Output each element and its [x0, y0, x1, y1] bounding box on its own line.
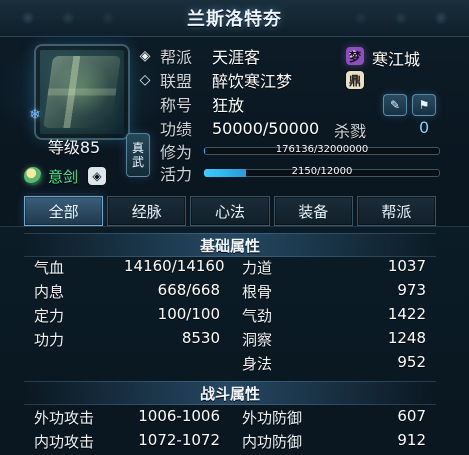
tab-meridians[interactable]: 经脉 — [107, 196, 187, 226]
battle-stat-line: 内功攻击 1072-1072 内功防御 912 — [34, 431, 434, 455]
tab-mental-arts[interactable]: 心法 — [190, 196, 270, 226]
sect-emblem-icon — [24, 167, 42, 185]
kill-value: 0 — [419, 118, 430, 137]
stat-value: 1006-1006 — [138, 407, 220, 425]
stats-panel: 基础属性 气血 14160/14160 力道 1037 内息 668/668 根… — [0, 226, 469, 451]
stat-value: 952 — [397, 353, 426, 371]
avatar-art — [42, 56, 122, 128]
snowflake-icon: ❄ — [29, 107, 41, 123]
stat-value: 607 — [397, 407, 426, 425]
basic-stat-line: 定力 100/100 气劲 1422 — [34, 305, 434, 329]
stat-label: 外功防御 — [242, 409, 303, 427]
stat-value: 1072-1072 — [138, 431, 220, 449]
alliance-label: 联盟 — [160, 72, 193, 91]
tab-all[interactable]: 全部 — [24, 196, 104, 226]
stat-label: 定力 — [34, 307, 65, 325]
merit-value: 50000/50000 — [212, 118, 320, 138]
alliance-row: ◇ 联盟 醉饮寒江梦 鼎 — [136, 68, 456, 92]
dream-badge-icon: 梦 — [346, 47, 364, 65]
stat-value: 100/100 — [157, 305, 220, 323]
stat-label: 功力 — [34, 331, 65, 349]
stat-label: 身法 — [242, 355, 273, 373]
cultivation-label: 修为 — [160, 143, 193, 162]
stat-value: 14160/14160 — [124, 257, 225, 275]
guild-value[interactable]: 天涯客 — [212, 44, 260, 68]
battle-stat-line: 外功攻击 1006-1006 外功防御 607 — [34, 407, 434, 431]
eye-icon[interactable]: ◈ — [88, 167, 107, 185]
window-title: 兰斯洛特夯 — [187, 9, 282, 30]
stat-label: 外功攻击 — [34, 409, 95, 427]
diamond-icon: ◈ — [139, 48, 151, 64]
title-bar: 兰斯洛特夯 — [0, 0, 469, 37]
sect-name: 意剑 — [48, 167, 79, 186]
energy-label: 活力 — [160, 165, 193, 184]
merit-row: 功绩 50000/50000 杀戮 0 — [136, 116, 456, 141]
stat-value: 1248 — [387, 329, 426, 347]
kill-label: 杀戮 — [334, 122, 367, 141]
basic-stat-line: 功力 8530 洞察 1248 — [34, 329, 434, 353]
avatar[interactable] — [34, 44, 130, 140]
title-value: 狂放 — [212, 96, 245, 115]
energy-row: 活力 2150/12000 — [136, 162, 456, 184]
stat-label: 内息 — [34, 283, 65, 301]
stat-label: 气劲 — [242, 307, 273, 325]
battle-stats-header: 战斗属性 — [24, 381, 436, 405]
cultivation-bar-text: 176136/32000000 — [275, 143, 369, 155]
tabs: 全部 经脉 心法 装备 帮派 — [24, 196, 437, 226]
stat-value: 1422 — [387, 305, 426, 323]
guild-row: ◈ 帮派 天涯客 梦 寒江城 — [136, 44, 456, 69]
basic-stat-line: 气血 14160/14160 力道 1037 — [34, 257, 434, 281]
basic-stats: 气血 14160/14160 力道 1037 内息 668/668 根骨 973… — [34, 257, 434, 377]
character-panel: 兰斯洛特夯 真武 ❄ 等级85 意剑 ◈ ◈ 帮派 天涯客 梦 寒江城 ◇ 联盟… — [0, 0, 469, 451]
battle-stats: 外功攻击 1006-1006 外功防御 607 内功攻击 1072-1072 内… — [34, 407, 434, 455]
blank-icon — [136, 95, 154, 113]
merit-label: 功绩 — [160, 120, 193, 139]
stat-value: 1037 — [387, 257, 426, 275]
stat-value: 8530 — [181, 329, 220, 347]
stat-label: 气血 — [34, 259, 65, 277]
cultivation-row: 修为 176136/32000000 — [136, 140, 456, 162]
basic-stat-line: 内息 668/668 根骨 973 — [34, 281, 434, 305]
tab-guild[interactable]: 帮派 — [356, 196, 437, 226]
blank-icon — [136, 119, 154, 137]
stat-value: 668/668 — [157, 281, 220, 299]
character-info: ◈ 帮派 天涯客 梦 寒江城 ◇ 联盟 醉饮寒江梦 鼎 称号 狂放 ✎ ⚑ 功绩… — [136, 44, 456, 184]
dream-city: 寒江城 — [372, 50, 421, 69]
title-label: 称号 — [160, 96, 193, 115]
sect-row: 意剑 ◈ — [24, 164, 134, 188]
stat-label: 力道 — [242, 259, 273, 277]
basic-stat-line: 身法 952 — [34, 353, 434, 377]
stat-label: 根骨 — [242, 283, 273, 301]
alliance-value[interactable]: 醉饮寒江梦 — [212, 68, 292, 92]
wing-icon[interactable]: ⚑ — [412, 94, 436, 116]
tab-equipment[interactable]: 装备 — [273, 196, 353, 226]
stat-label: 内功防御 — [242, 433, 303, 451]
diamond-outline-icon: ◇ — [139, 72, 151, 88]
guild-label: 帮派 — [160, 48, 193, 67]
basic-stats-header: 基础属性 — [24, 233, 436, 257]
stat-value: 912 — [397, 431, 426, 449]
ding-badge-icon: 鼎 — [346, 71, 364, 89]
energy-bar-text: 2150/12000 — [291, 165, 353, 177]
pen-icon[interactable]: ✎ — [383, 94, 407, 116]
stat-label: 内功攻击 — [34, 433, 95, 451]
level-text: 等级85 — [47, 138, 101, 157]
stat-label: 洞察 — [242, 331, 273, 349]
title-row: 称号 狂放 ✎ ⚑ — [136, 92, 456, 116]
stat-value: 973 — [397, 281, 426, 299]
